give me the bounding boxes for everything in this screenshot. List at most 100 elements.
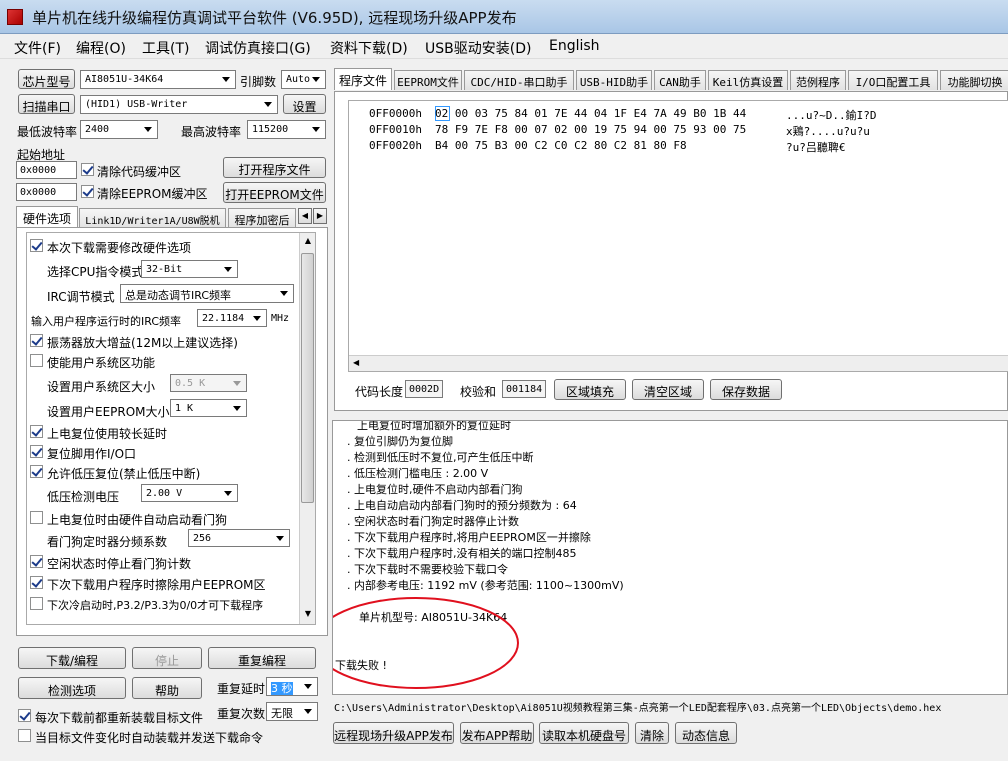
- idle-wdt-checkbox[interactable]: [30, 555, 43, 568]
- auto-load-checkbox[interactable]: [18, 729, 31, 742]
- p32-p33-checkbox[interactable]: [30, 597, 43, 610]
- chip-model-select[interactable]: AI8051U-34K64: [80, 70, 236, 89]
- read-disk-id-button[interactable]: 读取本机硬盘号: [539, 722, 629, 744]
- help-button[interactable]: 帮助: [132, 677, 202, 699]
- lvd-label: 低压检测电压: [47, 490, 120, 504]
- cpu-mode-select[interactable]: 32-Bit: [141, 260, 238, 278]
- window-title: 单片机在线升级编程仿真调试平台软件 (V6.95D), 远程现场升级APP发布: [32, 9, 517, 27]
- menu-downloads[interactable]: 资料下载(D): [330, 38, 408, 58]
- irc-mode-select[interactable]: 总是动态调节IRC频率: [120, 284, 294, 303]
- irc-freq-value: 22.1184: [202, 313, 245, 324]
- publish-help-button[interactable]: 发布APP帮助: [460, 722, 534, 744]
- clear-code-buffer-checkbox[interactable]: [81, 163, 94, 176]
- wdt-auto-checkbox[interactable]: [30, 511, 43, 524]
- stop-button[interactable]: 停止: [132, 647, 202, 669]
- irc-mode-value: 总是动态调节IRC频率: [125, 289, 232, 302]
- save-data-button[interactable]: 保存数据: [710, 379, 782, 400]
- clear-area-button[interactable]: 清空区域: [632, 379, 704, 400]
- tab-scroll-right-icon[interactable]: ▶: [313, 208, 327, 224]
- lvd-select[interactable]: 2.00 V: [141, 484, 238, 502]
- menu-file[interactable]: 文件(F): [14, 38, 61, 58]
- menu-usb-driver[interactable]: USB驱动安装(D): [425, 38, 531, 58]
- settings-button[interactable]: 设置: [283, 94, 326, 114]
- port-select[interactable]: (HID1) USB-Writer: [80, 95, 278, 114]
- repeat-program-button[interactable]: 重复编程: [208, 647, 316, 669]
- check-options-button[interactable]: 检测选项: [18, 677, 126, 699]
- long-reset-delay-checkbox[interactable]: [30, 425, 43, 438]
- modify-hw-checkbox[interactable]: [30, 239, 43, 252]
- erase-eeprom-checkbox[interactable]: [30, 576, 43, 589]
- idle-wdt-label: 空闲状态时停止看门狗计数: [47, 557, 192, 571]
- scroll-down-icon[interactable]: ▼: [301, 606, 315, 622]
- tab-encryption[interactable]: 程序加密后: [228, 208, 296, 228]
- open-eeprom-file-button[interactable]: 打开EEPROM文件: [223, 182, 326, 203]
- min-baud-value: 2400: [85, 124, 110, 135]
- low-voltage-reset-checkbox[interactable]: [30, 465, 43, 478]
- tab-offline-writer[interactable]: Link1D/Writer1A/U8W脱机: [79, 208, 226, 228]
- hex-bytes: B4 00 75 B3 00 C2 C0 C2 80 C2 81 80 F8: [435, 139, 687, 152]
- system-area-size-value: 0.5 K: [175, 378, 206, 389]
- system-area-checkbox[interactable]: [30, 354, 43, 367]
- scan-port-button[interactable]: 扫描串口: [18, 94, 75, 114]
- dynamic-info-button[interactable]: 动态信息: [675, 722, 737, 744]
- log-line: . 上电复位时,硬件不启动内部看门狗: [347, 483, 523, 496]
- code-length-label: 代码长度: [355, 385, 404, 399]
- tab-examples[interactable]: 范例程序: [790, 70, 846, 90]
- tab-keil[interactable]: Keil仿真设置: [708, 70, 788, 90]
- tab-serial-assistant[interactable]: CDC/HID-串口助手: [464, 70, 574, 90]
- hex-bytes: 02 00 03 75 84 01 7E 44 04 1F E4 7A 49 B…: [435, 107, 747, 120]
- max-baud-select[interactable]: 115200: [247, 120, 326, 139]
- scrollbar-thumb[interactable]: [301, 253, 314, 503]
- remote-upgrade-button[interactable]: 远程现场升级APP发布: [333, 722, 454, 744]
- osc-gain-checkbox[interactable]: [30, 334, 43, 347]
- tab-can[interactable]: CAN助手: [654, 70, 706, 90]
- code-start-address-field[interactable]: 0x0000: [16, 161, 77, 179]
- system-area-size-select[interactable]: 0.5 K: [170, 374, 247, 392]
- menu-english[interactable]: English: [549, 38, 600, 54]
- tab-io-config[interactable]: I/O口配置工具: [848, 70, 938, 90]
- app-icon: [7, 9, 23, 25]
- eeprom-size-select[interactable]: 1 K: [170, 399, 247, 417]
- hardware-options-list: 本次下载需要修改硬件选项 选择CPU指令模式 32-Bit IRC调节模式 总是…: [26, 232, 316, 625]
- tab-pin-switch[interactable]: 功能脚切换: [940, 70, 1008, 90]
- tab-scroll-left-icon[interactable]: ◀: [298, 208, 312, 224]
- download-button[interactable]: 下载/编程: [18, 647, 126, 669]
- menu-tools[interactable]: 工具(T): [142, 38, 189, 58]
- chevron-down-icon: [276, 536, 284, 541]
- clear-button[interactable]: 清除: [635, 722, 669, 744]
- eeprom-start-address-field[interactable]: 0x0000: [16, 183, 77, 201]
- hex-hscrollbar[interactable]: ◀: [349, 355, 1008, 371]
- wdt-divider-select[interactable]: 256: [188, 529, 290, 547]
- program-file-panel: 0FF0000h 02 00 03 75 84 01 7E 44 04 1F E…: [334, 91, 1008, 411]
- scroll-left-icon[interactable]: ◀: [353, 358, 359, 367]
- repeat-count-select[interactable]: 无限: [266, 702, 318, 721]
- open-program-file-button[interactable]: 打开程序文件: [223, 157, 326, 178]
- log-line: . 下次下载时不需要校验下载口令: [347, 563, 508, 576]
- tab-usb-hid[interactable]: USB-HID助手: [576, 70, 652, 90]
- scroll-up-icon[interactable]: ▲: [301, 233, 315, 249]
- tab-hardware-options[interactable]: 硬件选项: [16, 206, 78, 228]
- reset-pin-io-checkbox[interactable]: [30, 445, 43, 458]
- repeat-count-label: 重复次数: [217, 707, 266, 721]
- checksum-label: 校验和: [460, 385, 497, 399]
- hex-editor[interactable]: 0FF0000h 02 00 03 75 84 01 7E 44 04 1F E…: [348, 100, 1008, 372]
- irc-freq-select[interactable]: 22.1184: [197, 309, 267, 327]
- options-scrollbar[interactable]: ▲ ▼: [299, 233, 315, 624]
- menu-program[interactable]: 编程(O): [76, 38, 126, 58]
- tab-program-file[interactable]: 程序文件: [334, 68, 392, 90]
- log-line: . 空闲状态时看门狗定时器停止计数: [347, 515, 519, 528]
- menu-debug[interactable]: 调试仿真接口(G): [205, 38, 311, 58]
- pins-select[interactable]: Auto: [281, 70, 326, 89]
- clear-eeprom-buffer-label: 清除EEPROM缓冲区: [97, 187, 208, 201]
- tab-eeprom-file[interactable]: EEPROM文件: [394, 70, 462, 90]
- fill-area-button[interactable]: 区域填充: [554, 379, 626, 400]
- cpu-mode-label: 选择CPU指令模式: [47, 265, 144, 279]
- chevron-down-icon: [222, 77, 230, 82]
- output-log[interactable]: 上电复位时增加额外的复位延时 . 复位引脚仍为复位脚 . 检测到低压时不复位,可…: [332, 420, 1008, 695]
- repeat-delay-select[interactable]: 3 秒: [266, 677, 318, 696]
- reload-before-download-checkbox[interactable]: [18, 709, 31, 722]
- chip-model-button[interactable]: 芯片型号: [18, 69, 75, 89]
- clear-eeprom-buffer-checkbox[interactable]: [81, 185, 94, 198]
- min-baud-select[interactable]: 2400: [80, 120, 158, 139]
- log-line: . 下次下载用户程序时,没有相关的端口控制485: [347, 547, 577, 560]
